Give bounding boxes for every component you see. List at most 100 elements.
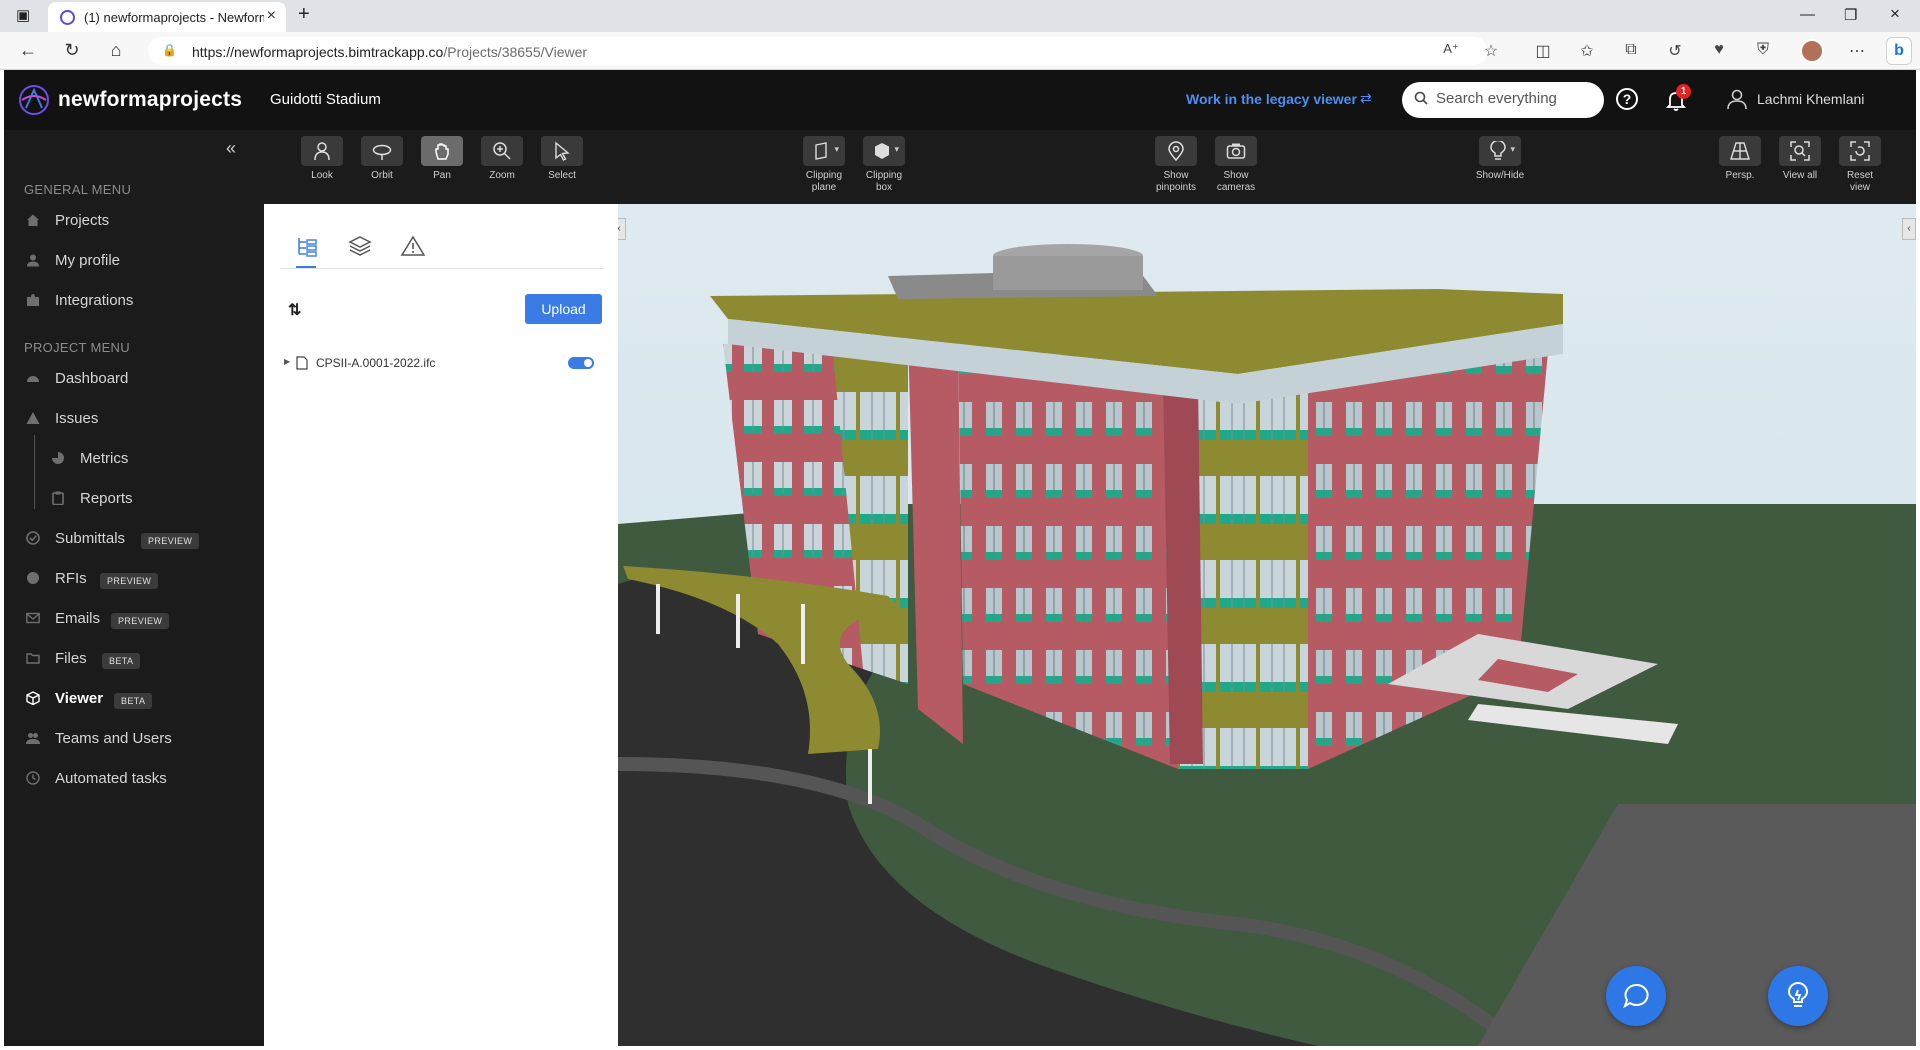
project-name[interactable]: Guidotti Stadium xyxy=(270,91,381,108)
show-cameras-tool[interactable]: Show cameras xyxy=(1210,136,1262,194)
refresh-icon[interactable]: ↻ xyxy=(60,40,84,61)
more-icon[interactable]: ⋯ xyxy=(1846,41,1868,61)
user-icon[interactable] xyxy=(1726,88,1748,110)
sidebar-item-viewer[interactable]: Viewer BETA xyxy=(24,685,254,713)
sidebar-item-files[interactable]: Files BETA xyxy=(24,645,254,673)
clipboard-icon xyxy=(52,491,64,505)
orbit-tool[interactable]: Orbit xyxy=(356,136,408,182)
sidebar-item-rfis[interactable]: RFIs PREVIEW xyxy=(24,565,254,593)
reset-view-tool[interactable]: Reset view xyxy=(1834,136,1886,194)
help-icon[interactable]: ? xyxy=(1616,88,1638,110)
tab-title: (1) newformaprojects - Newform xyxy=(84,10,264,25)
tab-actions-icon[interactable]: ▣ xyxy=(16,6,30,24)
sidebar-item-reports[interactable]: Reports xyxy=(24,485,254,513)
sidebar-item-integrations[interactable]: Integrations xyxy=(24,287,254,315)
split-screen-icon[interactable]: ◫ xyxy=(1532,41,1554,61)
upload-button[interactable]: Upload xyxy=(525,294,602,324)
sort-icon[interactable]: ⇅ xyxy=(288,300,301,320)
tool-label-line: Clipping xyxy=(865,170,903,181)
back-icon[interactable]: ← xyxy=(16,40,40,61)
puzzle-icon xyxy=(27,294,39,306)
house-icon xyxy=(27,214,39,226)
restore-icon[interactable]: ❐ xyxy=(1844,6,1857,24)
brand-name[interactable]: newformaprojects xyxy=(58,88,242,112)
sidebar-item-label: Teams and Users xyxy=(55,730,172,747)
search-input[interactable] xyxy=(1436,90,1596,107)
show-hide-tool[interactable]: ▾ Show/Hide xyxy=(1474,136,1526,182)
warning-icon[interactable] xyxy=(400,234,426,258)
collapse-sidebar-icon[interactable]: « xyxy=(226,138,236,159)
read-aloud-icon[interactable]: A⁺ xyxy=(1440,41,1462,57)
user-icon xyxy=(27,254,39,267)
look-tool[interactable]: Look xyxy=(296,136,348,182)
cube-icon xyxy=(26,691,40,705)
favorite-star-icon[interactable]: ☆ xyxy=(1480,41,1502,61)
divider xyxy=(280,268,604,269)
view-all-tool[interactable]: View all xyxy=(1774,136,1826,182)
tree-view-icon[interactable] xyxy=(294,234,320,258)
minimize-icon[interactable]: — xyxy=(1800,6,1815,23)
tool-label-line: Show xyxy=(1223,170,1249,181)
health-icon[interactable]: ♥ xyxy=(1708,41,1730,59)
expand-right-panel-icon[interactable]: ‹ xyxy=(1902,218,1916,240)
home-icon[interactable]: ⌂ xyxy=(104,40,128,61)
viewer-canvas[interactable]: ‹ ‹ xyxy=(618,204,1916,1046)
tool-label-line: box xyxy=(875,182,893,193)
sidebar-item-submittals[interactable]: Submittals PREVIEW xyxy=(24,525,254,553)
browser-tab-strip: ▣ (1) newformaprojects - Newform × + — ❐… xyxy=(0,0,1920,32)
lightbulb-icon xyxy=(1490,141,1506,160)
profile-avatar[interactable] xyxy=(1800,39,1824,63)
clipping-box-tool[interactable]: ▾ Clipping box xyxy=(858,136,910,194)
history-icon[interactable]: ↺ xyxy=(1664,41,1686,61)
global-search[interactable] xyxy=(1402,82,1604,118)
expand-arrow-icon[interactable]: ▶ xyxy=(284,357,290,366)
perspective-tool[interactable]: Persp. xyxy=(1714,136,1766,182)
collections-icon[interactable]: ⧉ xyxy=(1620,41,1642,59)
select-tool[interactable]: Select xyxy=(536,136,588,182)
tool-label: View all xyxy=(1782,170,1818,181)
newforma-logo-icon[interactable] xyxy=(18,84,50,116)
url-field[interactable]: 🔒 https://newformaprojects.bimtrackapp.c… xyxy=(148,37,1488,65)
favicon-icon xyxy=(60,10,75,25)
pan-tool[interactable]: Pan xyxy=(416,136,468,182)
favorites-icon[interactable]: ✩ xyxy=(1576,41,1598,61)
orbit-icon xyxy=(372,144,392,160)
zoom-tool[interactable]: Zoom xyxy=(476,136,528,182)
switch-icon[interactable]: ⇄ xyxy=(1360,90,1372,107)
chat-button[interactable] xyxy=(1606,966,1666,1026)
perspective-icon xyxy=(1730,142,1750,160)
beta-badge: BETA xyxy=(102,653,141,669)
show-pinpoints-tool[interactable]: Show pinpoints xyxy=(1150,136,1202,194)
sidebar-item-automated-tasks[interactable]: Automated tasks xyxy=(24,765,254,793)
sidebar-item-issues[interactable]: Issues xyxy=(24,405,254,433)
ideas-button[interactable] xyxy=(1768,966,1828,1026)
browser-tab[interactable]: (1) newformaprojects - Newform × xyxy=(48,2,286,32)
close-tab-icon[interactable]: × xyxy=(267,7,276,25)
chevron-down-icon: ▾ xyxy=(834,144,839,154)
sidebar-item-emails[interactable]: Emails PREVIEW xyxy=(24,605,254,633)
close-window-icon[interactable]: × xyxy=(1890,4,1900,24)
warning-icon xyxy=(26,412,40,424)
model-file-row[interactable]: ▶ CPSII-A.0001-2022.ifc xyxy=(284,354,608,376)
shield-icon[interactable]: ⛨ xyxy=(1752,41,1774,59)
sidebar-item-projects[interactable]: Projects xyxy=(24,207,254,235)
visibility-toggle[interactable] xyxy=(568,357,594,369)
cursor-icon xyxy=(555,141,570,161)
sidebar-item-dashboard[interactable]: Dashboard xyxy=(24,365,254,393)
clipping-plane-tool[interactable]: ▾ Clipping plane xyxy=(798,136,850,194)
copilot-icon[interactable]: b xyxy=(1886,37,1912,65)
collapse-left-panel-icon[interactable]: ‹ xyxy=(618,218,626,240)
new-tab-icon[interactable]: + xyxy=(298,3,310,26)
sidebar-item-label: Viewer xyxy=(55,690,104,707)
sidebar-item-teams-and-users[interactable]: Teams and Users xyxy=(24,725,254,753)
layers-icon[interactable] xyxy=(347,234,373,258)
chat-bubble-icon xyxy=(1623,983,1649,1009)
tool-label: Select xyxy=(548,170,576,181)
sidebar-item-my-profile[interactable]: My profile xyxy=(24,247,254,275)
building-model-scene[interactable] xyxy=(618,204,1916,1046)
tool-label: Show/Hide xyxy=(1475,170,1525,181)
legacy-viewer-link[interactable]: Work in the legacy viewer xyxy=(1186,91,1357,107)
sidebar-item-metrics[interactable]: Metrics xyxy=(24,445,254,473)
user-name[interactable]: Lachmi Khemlani xyxy=(1757,91,1864,107)
tool-label: Look xyxy=(311,170,333,181)
